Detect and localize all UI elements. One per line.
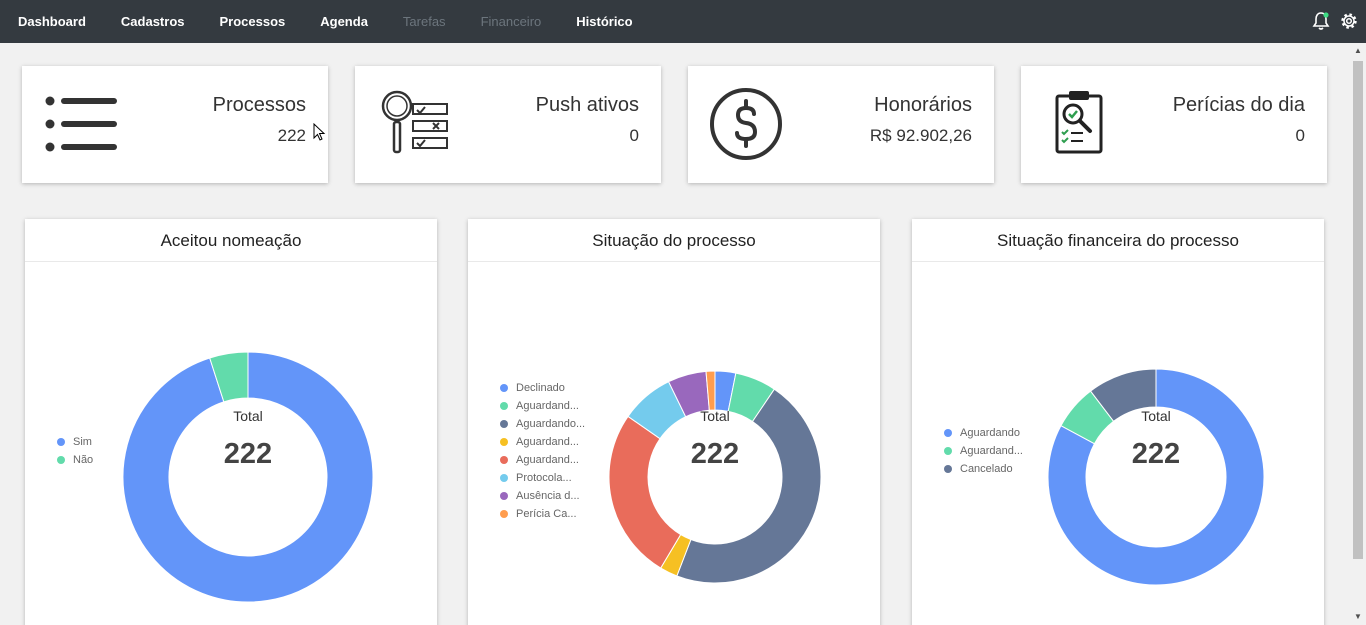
legend-item[interactable]: Cancelado xyxy=(944,460,1023,478)
nav-agenda[interactable]: Agenda xyxy=(320,14,368,29)
legend-dot xyxy=(500,402,508,410)
legend-dot xyxy=(944,465,952,473)
center-total: 222 xyxy=(1131,438,1181,470)
legend-label: Aguardand... xyxy=(960,445,1023,457)
bell-icon[interactable] xyxy=(1310,10,1332,32)
legend-label: Aguardand... xyxy=(516,436,579,448)
legend-label: Aguardando... xyxy=(516,418,586,430)
stat-card-push-ativos[interactable]: Push ativos 0 xyxy=(355,66,661,183)
legend-dot xyxy=(500,510,508,518)
clipboard-search-icon xyxy=(1043,86,1119,162)
gear-icon[interactable] xyxy=(1338,10,1360,32)
nav-tarefas[interactable]: Tarefas xyxy=(403,14,446,29)
chart-center-label: Total 222 xyxy=(1096,408,1216,471)
nav-historico[interactable]: Histórico xyxy=(576,14,632,29)
legend-dot xyxy=(500,420,508,428)
nav-cadastros[interactable]: Cadastros xyxy=(121,14,185,29)
stat-value: 222 xyxy=(277,126,306,145)
vertical-scrollbar[interactable]: ▲ ▼ xyxy=(1350,43,1366,625)
nav-dashboard[interactable]: Dashboard xyxy=(18,14,86,29)
stat-card-pericias-do-dia[interactable]: Perícias do dia 0 xyxy=(1021,66,1327,183)
stat-value: 0 xyxy=(1295,126,1305,145)
legend-dot xyxy=(944,447,952,455)
legend-label: Aguardand... xyxy=(516,400,579,412)
scrollbar-thumb[interactable] xyxy=(1353,61,1363,559)
legend-item[interactable]: Aguardando xyxy=(944,424,1023,442)
legend-label: Cancelado xyxy=(960,463,1013,475)
chart-legend: Declinado Aguardand... Aguardando... Aguard… xyxy=(500,379,585,523)
search-checklist-icon xyxy=(377,86,453,162)
center-total: 222 xyxy=(690,438,740,470)
legend-dot xyxy=(500,492,508,500)
center-title: Total xyxy=(700,408,730,424)
chart-center-label: Total 222 xyxy=(655,408,775,471)
dashboard-content: Processos 222 Push ativos 0 Honorários R… xyxy=(0,43,1350,625)
nav-financeiro[interactable]: Financeiro xyxy=(481,14,542,29)
legend-item[interactable]: Aguardand... xyxy=(500,397,585,415)
stat-title: Perícias do dia xyxy=(1172,94,1305,116)
stat-title: Push ativos xyxy=(535,94,639,116)
nav-processos[interactable]: Processos xyxy=(219,14,285,29)
legend-item[interactable]: Ausência d... xyxy=(500,487,585,505)
center-total: 222 xyxy=(223,438,273,470)
legend-label: Ausência d... xyxy=(516,490,580,502)
stat-card-honorarios[interactable]: Honorários R$ 92.902,26 xyxy=(688,66,994,183)
mouse-cursor-icon xyxy=(313,123,326,141)
legend-label: Não xyxy=(73,454,94,466)
chart-center-label: Total 222 xyxy=(188,408,308,471)
legend-label: Declinado xyxy=(516,382,565,394)
legend-dot xyxy=(500,438,508,446)
chart-title: Aceitou nomeação xyxy=(25,219,437,262)
legend-item[interactable]: Perícia Ca... xyxy=(500,505,585,523)
legend-item[interactable]: Aguardando... xyxy=(500,415,585,433)
stat-title: Processos xyxy=(212,94,306,116)
chart-title: Situação do processo xyxy=(468,219,880,262)
scroll-up-arrow-icon[interactable]: ▲ xyxy=(1350,43,1366,59)
legend-dot xyxy=(57,438,65,446)
center-title: Total xyxy=(233,408,263,424)
stat-card-processos[interactable]: Processos 222 xyxy=(22,66,328,183)
chart-legend: Aguardando Aguardand... Cancelado xyxy=(944,424,1023,478)
legend-item[interactable]: Aguardand... xyxy=(944,442,1023,460)
list-icon xyxy=(44,86,120,162)
legend-item[interactable]: Aguardand... xyxy=(500,433,585,451)
top-navbar: Dashboard Cadastros Processos Agenda Tar… xyxy=(0,0,1366,43)
center-title: Total xyxy=(1141,408,1171,424)
stat-value: 0 xyxy=(629,126,639,145)
stat-title: Honorários xyxy=(874,94,972,116)
chart-card-situacao-processo: Situação do processo Declinado Aguardand.… xyxy=(468,219,880,625)
stat-value: R$ 92.902,26 xyxy=(869,126,972,145)
legend-label: Sim xyxy=(73,436,92,448)
legend-item[interactable]: Aguardand... xyxy=(500,451,585,469)
legend-dot xyxy=(500,456,508,464)
legend-item[interactable]: Protocola... xyxy=(500,469,585,487)
dollar-icon xyxy=(710,86,786,162)
legend-dot xyxy=(500,474,508,482)
legend-label: Protocola... xyxy=(516,472,572,484)
chart-card-situacao-financeira: Situação financeira do processo Aguardan… xyxy=(912,219,1324,625)
legend-dot xyxy=(500,384,508,392)
legend-item[interactable]: Declinado xyxy=(500,379,585,397)
legend-label: Perícia Ca... xyxy=(516,508,577,520)
legend-label: Aguardando xyxy=(960,427,1020,439)
legend-item[interactable]: Sim xyxy=(57,433,93,451)
legend-label: Aguardand... xyxy=(516,454,579,466)
legend-dot xyxy=(57,456,65,464)
legend-dot xyxy=(944,429,952,437)
chart-title: Situação financeira do processo xyxy=(912,219,1324,262)
legend-item[interactable]: Não xyxy=(57,451,93,469)
scroll-down-arrow-icon[interactable]: ▼ xyxy=(1350,609,1366,625)
chart-legend: Sim Não xyxy=(57,433,93,469)
chart-card-aceitou-nomeacao: Aceitou nomeação Sim Não Total 222 xyxy=(25,219,437,625)
